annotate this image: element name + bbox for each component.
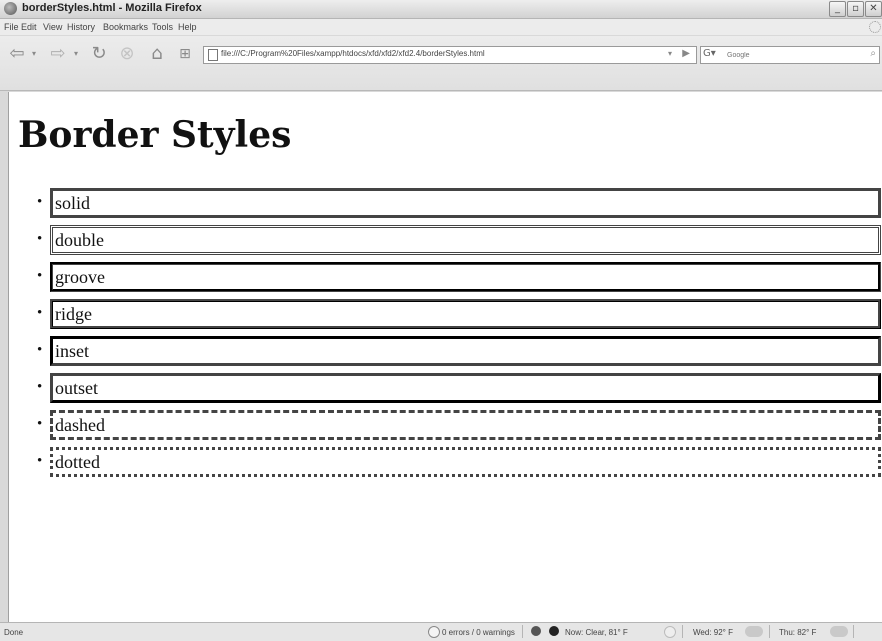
cloud-icon: [745, 626, 763, 637]
bullet-icon: •: [37, 231, 43, 247]
weather-now[interactable]: Now: Clear, 81° F: [565, 628, 628, 637]
search-engine-icon[interactable]: G▾: [703, 48, 725, 62]
forward-icon[interactable]: ⇨: [47, 45, 69, 63]
page-icon: [208, 49, 218, 61]
weather-thu[interactable]: Thu: 82° F: [779, 628, 816, 637]
sun-icon: [664, 626, 676, 638]
address-bar[interactable]: file:///C:/Program%20Files/xampp/htdocs/…: [203, 46, 697, 64]
border-box-dashed: dashed: [50, 410, 881, 440]
reload-icon[interactable]: ↻: [88, 45, 110, 63]
list-item: • ridge: [9, 299, 882, 332]
close-button[interactable]: ✕: [865, 1, 882, 17]
bullet-icon: •: [37, 194, 43, 210]
border-box-double: double: [50, 225, 881, 255]
activity-throbber-icon: [869, 21, 881, 33]
address-url: file:///C:/Program%20Files/xampp/htdocs/…: [221, 49, 485, 58]
border-box-inset: inset: [50, 336, 881, 366]
menu-history[interactable]: History: [67, 22, 95, 32]
minimize-button[interactable]: _: [829, 1, 846, 17]
bullet-icon: •: [37, 416, 43, 432]
list-item: • solid: [9, 188, 882, 221]
go-icon[interactable]: ▶: [682, 48, 690, 59]
search-bar: G▾ ⌕: [700, 46, 880, 64]
list-item: • groove: [9, 262, 882, 295]
bullet-icon: •: [37, 342, 43, 358]
extension-icon[interactable]: [531, 626, 541, 636]
border-box-outset: outset: [50, 373, 881, 403]
menu-tools[interactable]: Tools: [152, 22, 173, 32]
window-title: borderStyles.html - Mozilla Firefox: [22, 2, 202, 14]
border-styles-list: • solid • double • groove • ridge • inse…: [9, 188, 882, 484]
menu-file[interactable]: File: [4, 22, 19, 32]
stop-icon[interactable]: ⊗: [117, 45, 137, 63]
error-console-icon[interactable]: [428, 626, 440, 638]
status-divider: [522, 625, 523, 638]
back-dropdown-icon[interactable]: ▾: [30, 45, 38, 63]
new-tab-icon[interactable]: ⊞: [175, 45, 195, 63]
address-dropdown-icon[interactable]: ▾: [668, 49, 672, 58]
list-item: • dashed: [9, 410, 882, 443]
menu-help[interactable]: Help: [178, 22, 197, 32]
search-input[interactable]: [727, 49, 847, 61]
bullet-icon: •: [37, 453, 43, 469]
weather-globe-icon[interactable]: [549, 626, 559, 636]
menu-view[interactable]: View: [43, 22, 62, 32]
bullet-icon: •: [37, 379, 43, 395]
back-icon[interactable]: ⇦: [6, 45, 28, 63]
window-titlebar: borderStyles.html - Mozilla Firefox _ ▫ …: [0, 0, 882, 19]
list-item: • double: [9, 225, 882, 258]
border-box-dotted: dotted: [50, 447, 881, 477]
border-box-solid: solid: [50, 188, 881, 218]
firefox-icon: [4, 2, 17, 15]
cloud-icon: [830, 626, 848, 637]
list-item: • dotted: [9, 447, 882, 480]
weather-wed[interactable]: Wed: 92° F: [693, 628, 733, 637]
status-divider: [853, 625, 854, 638]
page-content: Border Styles • solid • double • groove …: [8, 92, 882, 622]
error-count[interactable]: 0 errors / 0 warnings: [442, 628, 515, 637]
home-icon[interactable]: ⌂: [146, 45, 168, 63]
list-item: • outset: [9, 373, 882, 406]
list-item: • inset: [9, 336, 882, 369]
bullet-icon: •: [37, 305, 43, 321]
status-bar: Done 0 errors / 0 warnings Now: Clear, 8…: [0, 622, 882, 641]
navigation-toolbar: ⇦ ▾ ⇨ ▾ ↻ ⊗ ⌂ ⊞ file:///C:/Program%20Fil…: [0, 36, 882, 91]
border-box-ridge: ridge: [50, 299, 881, 329]
menu-bar: File Edit View History Bookmarks Tools H…: [0, 19, 882, 35]
menu-bookmarks[interactable]: Bookmarks: [103, 22, 148, 32]
maximize-button[interactable]: ▫: [847, 1, 864, 17]
status-divider: [682, 625, 683, 638]
status-divider: [769, 625, 770, 638]
border-box-groove: groove: [50, 262, 881, 292]
menu-edit[interactable]: Edit: [21, 22, 37, 32]
page-heading: Border Styles: [18, 114, 292, 156]
search-icon[interactable]: ⌕: [870, 48, 876, 59]
status-text: Done: [4, 628, 24, 637]
forward-dropdown-icon[interactable]: ▾: [72, 45, 80, 63]
bullet-icon: •: [37, 268, 43, 284]
